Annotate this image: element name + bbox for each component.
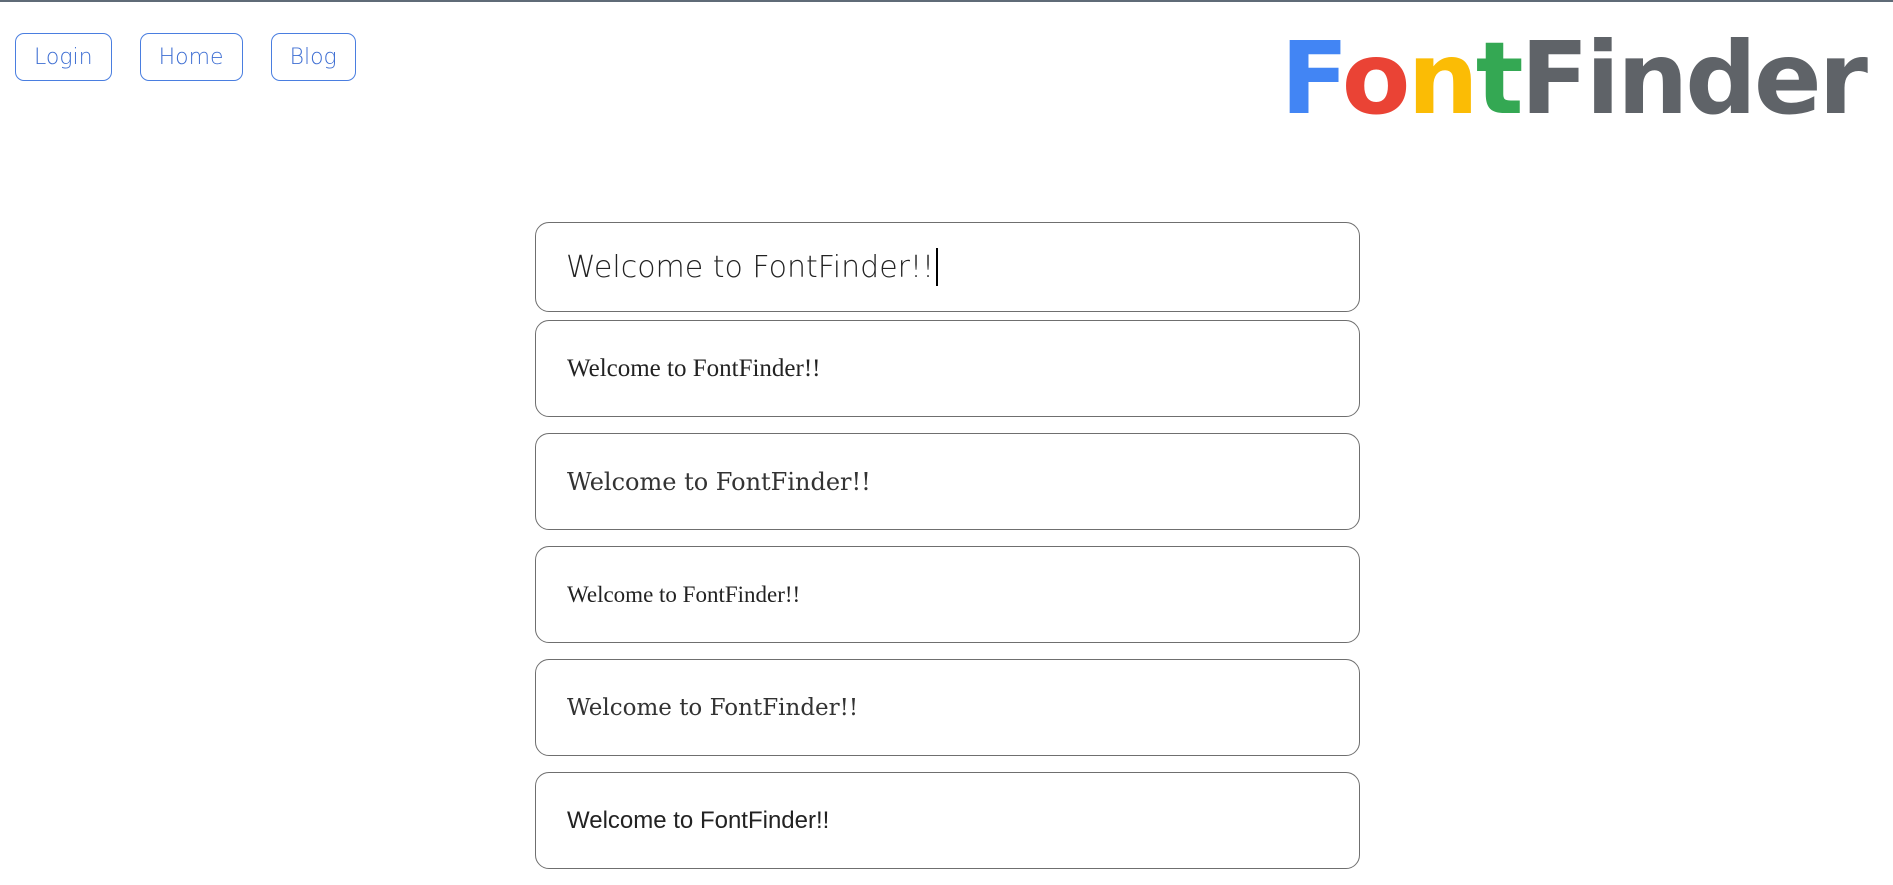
logo-letter: n — [1407, 20, 1478, 137]
text-caret — [936, 248, 939, 286]
home-button[interactable]: Home — [139, 33, 243, 81]
font-preview-area: Welcome to FontFinder!! Welcome to FontF… — [535, 222, 1360, 885]
font-preview-card[interactable]: Welcome to FontFinder!! — [535, 772, 1360, 869]
font-preview-card[interactable]: Welcome to FontFinder!! — [535, 433, 1360, 530]
fontfinder-logo: FontFinder — [1280, 14, 1868, 144]
logo-letter: F — [1280, 20, 1345, 137]
font-preview-card[interactable]: Welcome to FontFinder!! — [535, 659, 1360, 756]
top-nav: Login Home Blog — [15, 33, 356, 81]
preview-text-value: Welcome to FontFinder!! — [566, 249, 935, 285]
logo-letter: o — [1341, 20, 1411, 137]
logo-word: Finder — [1520, 20, 1868, 137]
logo-letter: t — [1475, 20, 1524, 137]
font-preview-card[interactable]: Welcome to FontFinder!! — [535, 320, 1360, 417]
login-button[interactable]: Login — [15, 33, 112, 81]
preview-text-input[interactable]: Welcome to FontFinder!! — [535, 222, 1360, 312]
blog-button[interactable]: Blog — [270, 33, 356, 81]
font-preview-card[interactable]: Welcome to FontFinder!! — [535, 546, 1360, 643]
